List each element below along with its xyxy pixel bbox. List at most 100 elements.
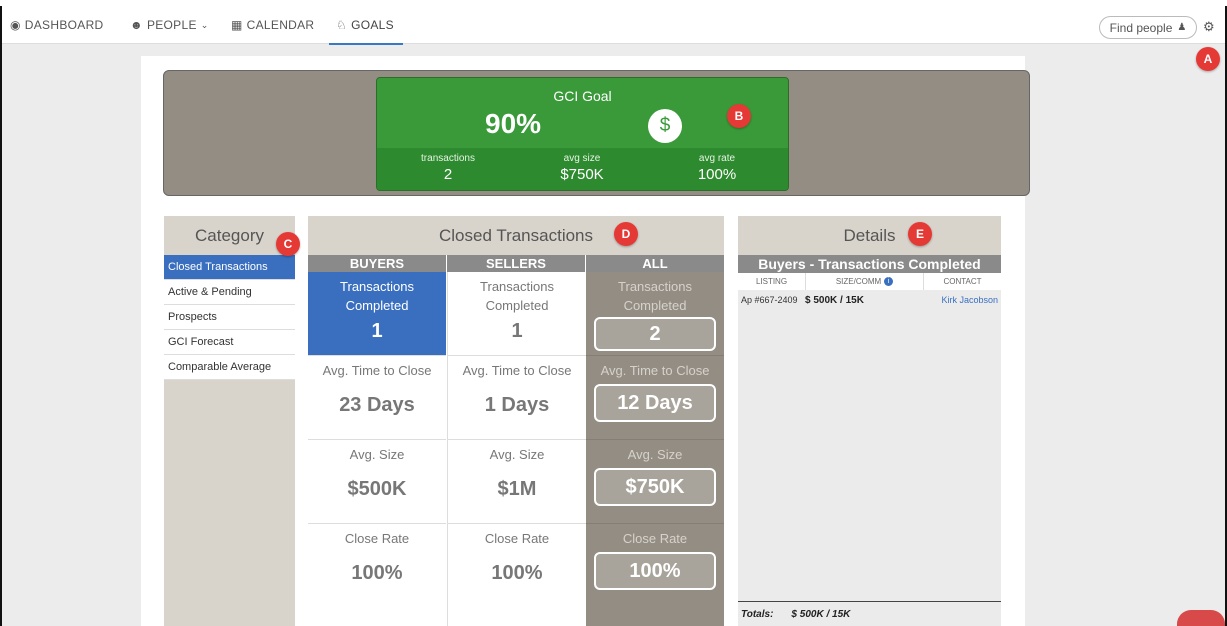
annotation-badge-b: B — [727, 104, 751, 128]
all-transactions-value: 2 — [594, 317, 716, 351]
cell-label: Avg. Size — [627, 447, 683, 462]
sellers-transactions-cell[interactable]: Transactions Completed 1 — [448, 272, 586, 356]
details-row[interactable]: Ap #667-2409 $ 500K / 15K Kirk Jacobson — [741, 293, 998, 307]
column-buyers: Transactions Completed 1 Avg. Time to Cl… — [308, 272, 446, 626]
goal-title: GCI Goal — [553, 88, 612, 104]
cell-label: Transactions Completed — [480, 279, 554, 313]
cell-label: Avg. Time to Close — [600, 363, 710, 378]
totals-label: Totals: — [741, 608, 774, 620]
goal-percent: 90% — [485, 108, 542, 139]
category-item-closed-transactions[interactable]: Closed Transactions — [164, 255, 295, 280]
sellers-size-cell[interactable]: Avg. Size $1M — [448, 440, 586, 524]
all-transactions-cell[interactable]: Transactions Completed 2 — [586, 272, 724, 356]
details-col-size[interactable]: SIZE/COMM i — [806, 273, 924, 290]
column-header-sellers: SELLERS — [447, 255, 585, 272]
chat-widget-button[interactable] — [1177, 610, 1225, 626]
nav-calendar[interactable]: ▦ CALENDAR — [231, 18, 314, 32]
find-people-label: Find people — [1109, 20, 1173, 35]
cell-value: $500K — [347, 478, 407, 500]
column-all: Transactions Completed 2 Avg. Time to Cl… — [586, 272, 724, 626]
details-title: Details — [738, 216, 1001, 255]
dollar-icon: $ — [648, 109, 682, 143]
goal-stat-transactions: transactions 2 — [393, 153, 503, 183]
annotation-badge-a: A — [1196, 47, 1220, 71]
category-item-prospects[interactable]: Prospects — [164, 305, 295, 330]
category-list: Closed Transactions Active & Pending Pro… — [164, 255, 295, 380]
cell-value: 23 Days — [339, 394, 415, 416]
cell-value: $1M — [497, 478, 537, 500]
all-size-value: $750K — [594, 468, 716, 506]
details-subtitle: Buyers - Transactions Completed — [738, 255, 1001, 273]
all-size-cell[interactable]: Avg. Size $750K — [586, 440, 724, 524]
cell-label: Close Rate — [484, 531, 550, 546]
closed-transactions-panel: Closed Transactions BUYERS Transactions … — [308, 216, 724, 626]
cell-value: 1 — [371, 320, 383, 342]
top-navbar: ◉ DASHBOARD ☻ PEOPLE ⌄ ▦ CALENDAR ♘ GOAL… — [2, 6, 1225, 45]
goal-stat-value: 2 — [443, 166, 453, 183]
goal-stat-label: avg rate — [698, 153, 736, 164]
totals-value: $ 500K / 15K — [791, 608, 851, 620]
gear-icon[interactable]: ⚙ — [1203, 19, 1215, 35]
annotation-badge-e: E — [908, 222, 932, 246]
category-panel: Category Closed Transactions Active & Pe… — [164, 216, 295, 626]
annotation-badge-c: C — [276, 232, 300, 256]
goal-stat-avg-rate: avg rate 100% — [662, 153, 772, 183]
sellers-time-cell[interactable]: Avg. Time to Close 1 Days — [448, 356, 586, 440]
goal-stat-value: $750K — [560, 166, 604, 183]
buyers-time-cell[interactable]: Avg. Time to Close 23 Days — [308, 356, 446, 440]
nav-people-label: PEOPLE — [146, 18, 197, 32]
details-columns: LISTING SIZE/COMM i CONTACT — [738, 273, 1001, 290]
column-header-buyers: BUYERS — [308, 255, 446, 272]
details-contact-link[interactable]: Kirk Jacobson — [925, 295, 998, 305]
cell-value: 1 Days — [484, 394, 550, 416]
trophy-icon: ♘ — [336, 18, 348, 32]
cell-label: Transactions Completed — [340, 279, 414, 313]
all-rate-value: 100% — [594, 552, 716, 590]
find-people-button[interactable]: Find people ♟ — [1099, 16, 1197, 39]
cell-label: Avg. Size — [489, 447, 545, 462]
category-item-comparable-average[interactable]: Comparable Average — [164, 355, 295, 380]
goal-stat-avg-size: avg size $750K — [527, 153, 637, 183]
goal-stat-label: transactions — [421, 153, 475, 164]
nav-dashboard-label: DASHBOARD — [24, 18, 104, 32]
category-item-gci-forecast[interactable]: GCI Forecast — [164, 330, 295, 355]
cell-label: Avg. Time to Close — [322, 363, 432, 378]
category-item-active-pending[interactable]: Active & Pending — [164, 280, 295, 305]
all-time-cell[interactable]: Avg. Time to Close 12 Days — [586, 356, 724, 440]
sellers-rate-cell[interactable]: Close Rate 100% — [448, 524, 586, 608]
info-icon[interactable]: i — [884, 277, 894, 286]
gci-goal-card[interactable]: GCI Goal 90% $ transactions 2 avg size $… — [376, 77, 789, 191]
details-col-size-label: SIZE/COMM — [835, 277, 882, 286]
buyers-rate-cell[interactable]: Close Rate 100% — [308, 524, 446, 608]
details-panel: Details Buyers - Transactions Completed … — [738, 216, 1001, 626]
details-col-listing[interactable]: LISTING — [738, 273, 806, 290]
tachometer-icon: ◉ — [10, 18, 21, 32]
annotation-badge-d: D — [614, 222, 638, 246]
buyers-size-cell[interactable]: Avg. Size $500K — [308, 440, 446, 524]
nav-people[interactable]: ☻ PEOPLE ⌄ — [130, 18, 209, 32]
column-sellers: Transactions Completed 1 Avg. Time to Cl… — [447, 272, 586, 626]
category-title: Category — [164, 216, 295, 255]
details-listing: Ap #667-2409 — [741, 295, 798, 305]
nav-goals[interactable]: ♘ GOALS — [336, 18, 394, 32]
cell-label: Avg. Size — [349, 447, 405, 462]
cell-value: 100% — [351, 562, 403, 584]
cell-label: Close Rate — [622, 531, 688, 546]
goal-stats: transactions 2 avg size $750K avg rate 1… — [377, 148, 788, 190]
active-tab-indicator — [329, 43, 403, 45]
details-col-contact[interactable]: CONTACT — [924, 273, 1001, 290]
chevron-down-icon: ⌄ — [200, 19, 209, 30]
nav-calendar-label: CALENDAR — [246, 18, 315, 32]
cell-value: 1 — [511, 320, 523, 342]
nav-goals-label: GOALS — [351, 18, 394, 32]
all-time-value: 12 Days — [594, 384, 716, 422]
users-icon: ☻ — [130, 18, 143, 32]
nav-dashboard[interactable]: ◉ DASHBOARD — [10, 18, 104, 32]
goal-stat-value: 100% — [697, 166, 737, 183]
buyers-transactions-cell[interactable]: Transactions Completed 1 — [308, 272, 446, 356]
cell-label: Avg. Time to Close — [462, 363, 572, 378]
all-rate-cell[interactable]: Close Rate 100% — [586, 524, 724, 608]
cell-label: Close Rate — [344, 531, 410, 546]
details-size: $ 500K / 15K — [805, 294, 864, 306]
column-header-all: ALL — [586, 255, 724, 272]
